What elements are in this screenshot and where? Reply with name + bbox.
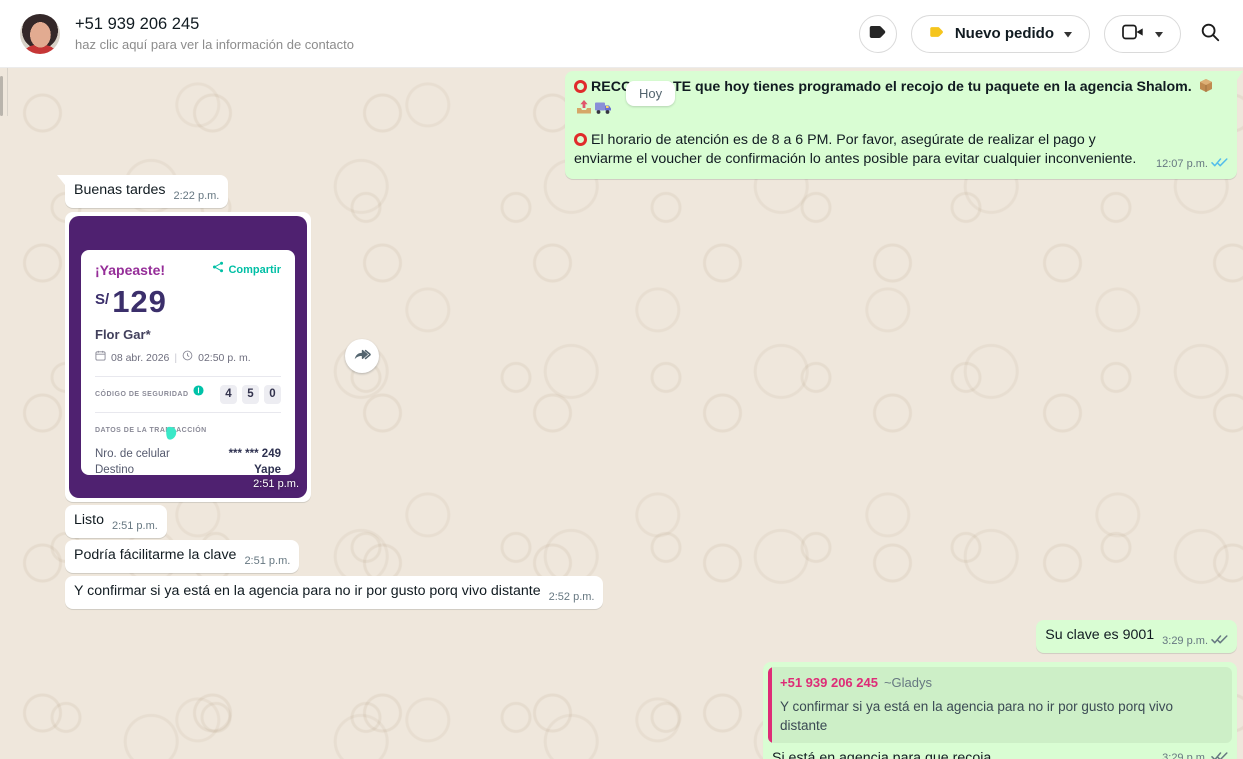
timestamp: 3:29 p.m. bbox=[1162, 749, 1208, 759]
message-text: Buenas tardes bbox=[74, 182, 166, 198]
transaction-label: DATOS DE LA TRANSACCIÓN bbox=[95, 421, 281, 440]
quote-header: +51 939 206 245 ~Gladys bbox=[780, 673, 1222, 693]
date-chip: Hoy bbox=[626, 81, 675, 106]
timestamp: 2:52 p.m. bbox=[549, 588, 595, 607]
divider bbox=[95, 376, 281, 377]
share-button: Compartir bbox=[212, 261, 281, 280]
message-text: Y confirmar si ya está en la agencia par… bbox=[74, 583, 541, 599]
video-camera-icon bbox=[1121, 22, 1145, 46]
delivery-truck-emoji bbox=[594, 100, 612, 121]
contact-subtitle: haz clic aquí para ver la información de… bbox=[75, 37, 859, 52]
receipt-title: ¡Yapeaste! bbox=[95, 261, 165, 280]
row-value: *** *** 249 bbox=[229, 446, 281, 462]
receipt-time: 02:50 p. m. bbox=[198, 349, 251, 368]
message-text: RECORDARTE que hoy tienes programado el … bbox=[591, 79, 1192, 95]
row-value: Yape bbox=[254, 462, 281, 475]
search-button[interactable] bbox=[1195, 17, 1225, 50]
clock-icon bbox=[182, 349, 193, 368]
security-digit: 4 bbox=[220, 385, 237, 404]
chevron-down-icon bbox=[1154, 25, 1164, 42]
whatsapp-chat-window: +51 939 206 245 haz clic aquí para ver l… bbox=[0, 0, 1243, 759]
message-text: El horario de atención es de 8 a 6 PM. P… bbox=[574, 132, 1136, 167]
divider bbox=[95, 412, 281, 413]
row-label: Destino bbox=[95, 462, 134, 475]
currency: S/ bbox=[95, 290, 109, 309]
quote-text: Y confirmar si ya está en la agencia par… bbox=[780, 697, 1222, 735]
new-order-label: Nuevo pedido bbox=[955, 25, 1054, 42]
message-text: Su clave es 9001 bbox=[1045, 627, 1154, 643]
package-emoji bbox=[1198, 77, 1214, 99]
amount: 129 bbox=[112, 286, 167, 318]
forward-arrow-icon bbox=[353, 346, 372, 366]
message-meta: 12:07 p.m. bbox=[1156, 155, 1228, 174]
row-label: Nro. de celular bbox=[95, 446, 170, 462]
delivered-ticks-icon bbox=[1211, 632, 1228, 651]
yape-mascot-icon bbox=[165, 426, 178, 447]
forward-message-button[interactable] bbox=[345, 339, 379, 373]
message-text: Podría fácilitarme la clave bbox=[74, 547, 236, 563]
quoted-message[interactable]: +51 939 206 245 ~Gladys Y confirmar si ya… bbox=[768, 667, 1232, 743]
calendar-icon bbox=[95, 349, 106, 368]
red-circle-emoji bbox=[574, 80, 587, 93]
chevron-down-icon bbox=[1063, 25, 1073, 42]
payee-name: Flor Gar* bbox=[95, 325, 281, 344]
message-podria[interactable]: Podría fácilitarme la clave 2:51 p.m. bbox=[65, 540, 299, 573]
transaction-row: Nro. de celular *** *** 249 bbox=[95, 446, 281, 462]
contact-info[interactable]: +51 939 206 245 haz clic aquí para ver l… bbox=[75, 15, 859, 52]
timestamp: 3:29 p.m. bbox=[1162, 632, 1208, 651]
transaction-row: Destino Yape bbox=[95, 462, 281, 475]
contact-avatar[interactable] bbox=[20, 14, 60, 54]
message-listo[interactable]: Listo 2:51 p.m. bbox=[65, 505, 167, 538]
timestamp: 2:51 p.m. bbox=[112, 517, 158, 536]
quote-author: ~Gladys bbox=[884, 675, 932, 690]
share-label: Compartir bbox=[228, 261, 281, 280]
separator: | bbox=[174, 349, 177, 368]
order-tag-icon bbox=[928, 23, 946, 45]
header-actions: Nuevo pedido bbox=[859, 15, 1225, 53]
contact-name: +51 939 206 245 bbox=[75, 15, 859, 34]
chat-header: +51 939 206 245 haz clic aquí para ver l… bbox=[0, 0, 1243, 68]
message-text: Si está en agencia para que recoja bbox=[772, 749, 991, 759]
message-line: El horario de atención es de 8 a 6 PM. P… bbox=[574, 131, 1228, 169]
tag-icon bbox=[867, 21, 889, 46]
message-text: Listo bbox=[74, 512, 104, 528]
message-confirmar[interactable]: Y confirmar si ya está en la agencia par… bbox=[65, 576, 603, 609]
message-clave[interactable]: Su clave es 9001 3:29 p.m. bbox=[1036, 620, 1237, 653]
timestamp: 2:51 p.m. bbox=[253, 475, 299, 494]
info-icon bbox=[193, 385, 204, 404]
chat-area[interactable]: RECORDARTE que hoy tienes programado el … bbox=[0, 68, 1243, 759]
timestamp: 12:07 p.m. bbox=[1156, 155, 1208, 174]
message-reply[interactable]: +51 939 206 245 ~Gladys Y confirmar si ya… bbox=[763, 662, 1237, 759]
message-greeting[interactable]: Buenas tardes 2:22 p.m. bbox=[65, 175, 228, 208]
new-order-button[interactable]: Nuevo pedido bbox=[911, 15, 1090, 53]
security-code-label: CÓDIGO DE SEGURIDAD bbox=[95, 385, 189, 404]
timestamp: 2:51 p.m. bbox=[244, 552, 290, 571]
label-button[interactable] bbox=[859, 15, 897, 53]
message-image-receipt[interactable]: ¡Yapeaste! Compartir S/ 129 Flor Gar* bbox=[65, 212, 311, 502]
receipt-card: ¡Yapeaste! Compartir S/ 129 Flor Gar* bbox=[81, 250, 295, 475]
security-digits: 4 5 0 bbox=[220, 385, 281, 404]
yape-receipt-image[interactable]: ¡Yapeaste! Compartir S/ 129 Flor Gar* bbox=[69, 216, 307, 498]
timestamp: 2:22 p.m. bbox=[174, 187, 220, 206]
outbox-tray-emoji bbox=[576, 99, 592, 121]
share-icon bbox=[212, 261, 224, 280]
scrollbar-thumb[interactable] bbox=[0, 76, 3, 116]
quote-sender-name: +51 939 206 245 bbox=[780, 675, 878, 690]
red-circle-emoji bbox=[574, 133, 587, 146]
receipt-date: 08 abr. 2026 bbox=[111, 349, 169, 368]
security-digit: 0 bbox=[264, 385, 281, 404]
delivered-ticks-icon bbox=[1211, 749, 1228, 759]
read-ticks-icon bbox=[1211, 155, 1228, 174]
panel-divider bbox=[7, 68, 8, 116]
security-digit: 5 bbox=[242, 385, 259, 404]
video-call-button[interactable] bbox=[1104, 15, 1181, 53]
search-icon bbox=[1199, 21, 1221, 46]
